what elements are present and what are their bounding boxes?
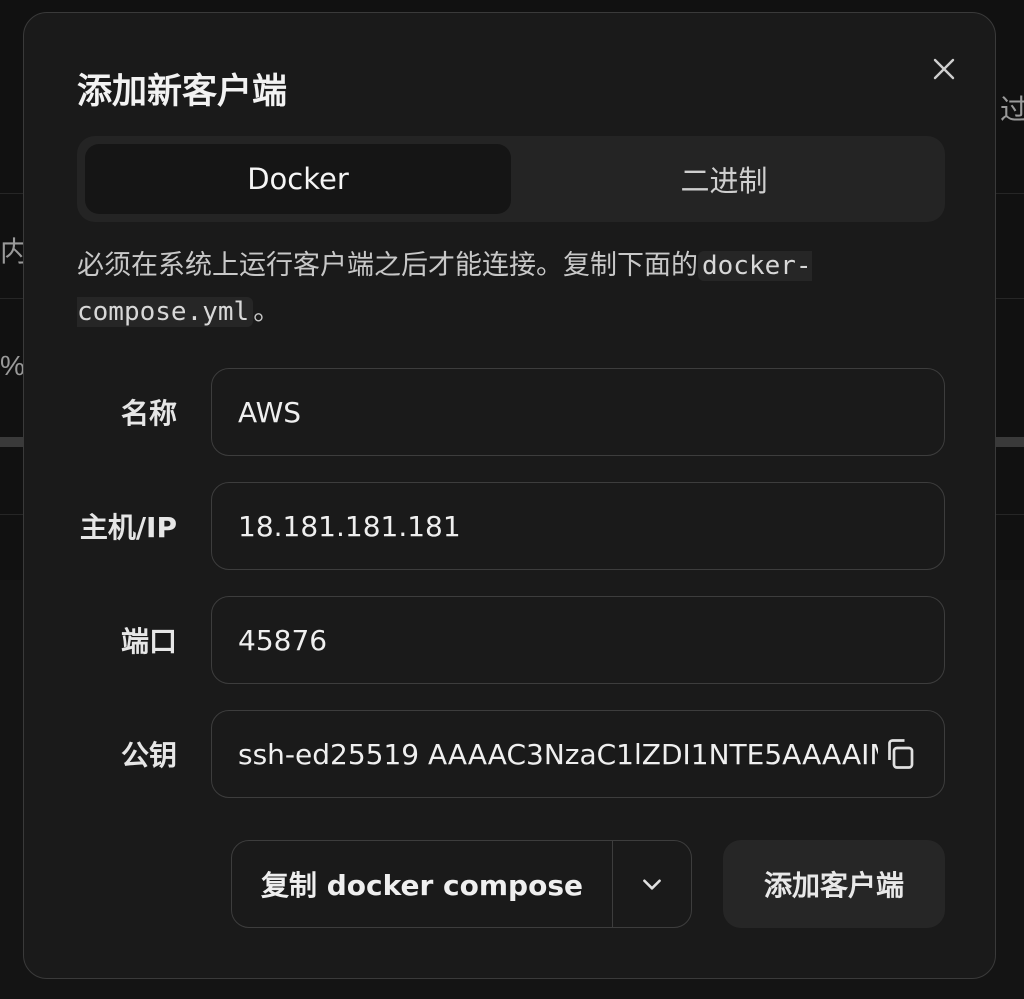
copy-options-dropdown-button[interactable] <box>613 841 691 927</box>
chevron-down-icon <box>643 879 661 890</box>
public-key-input[interactable]: ssh-ed25519 AAAAC3NzaC1lZDI1NTE5AAAAIM <box>211 710 945 798</box>
public-key-row: 公钥 ssh-ed25519 AAAAC3NzaC1lZDI1NTE5AAAAI… <box>77 710 945 798</box>
name-label: 名称 <box>120 397 177 430</box>
tab-docker[interactable]: Docker <box>85 144 511 214</box>
add-client-button[interactable]: 添加客户端 <box>723 840 945 928</box>
install-method-tabs: Docker 二进制 <box>77 136 945 222</box>
instructions-text: 必须在系统上运行客户端之后才能连接。复制下面的 docker-compose.ym… <box>77 243 937 335</box>
tab-binary[interactable]: 二进制 <box>511 144 937 214</box>
port-input[interactable]: 45876 <box>211 596 945 684</box>
port-row: 端口 45876 <box>77 596 945 684</box>
host-input[interactable]: 18.181.181.181 <box>211 482 945 570</box>
name-input[interactable]: AWS <box>211 368 945 456</box>
copy-compose-split-button: 复制 docker compose <box>231 840 692 928</box>
add-client-dialog: 添加新客户端 Docker 二进制 必须在系统上运行客户端之后才能连接。复制下面… <box>23 12 996 979</box>
public-key-label: 公钥 <box>120 739 177 772</box>
host-label: 主机/IP <box>79 511 177 544</box>
instructions-suffix: 。 <box>253 296 281 327</box>
bg-text-fragment: % <box>0 350 25 381</box>
instructions-body: 必须在系统上运行客户端之后才能连接。复制下面的 <box>77 250 698 281</box>
public-key-value: ssh-ed25519 AAAAC3NzaC1lZDI1NTE5AAAAIM <box>238 737 878 771</box>
port-value: 45876 <box>238 623 328 657</box>
host-row: 主机/IP 18.181.181.181 <box>77 482 945 570</box>
close-button[interactable] <box>924 49 964 89</box>
name-value: AWS <box>238 395 302 429</box>
host-value: 18.181.181.181 <box>238 509 461 543</box>
bg-text-fragment: 过 <box>1000 94 1024 125</box>
close-icon <box>933 58 955 80</box>
name-row: 名称 AWS <box>77 368 945 456</box>
port-label: 端口 <box>120 625 177 658</box>
copy-docker-compose-button[interactable]: 复制 docker compose <box>232 841 613 927</box>
copy-icon[interactable] <box>882 736 918 772</box>
dialog-title: 添加新客户端 <box>77 72 288 112</box>
